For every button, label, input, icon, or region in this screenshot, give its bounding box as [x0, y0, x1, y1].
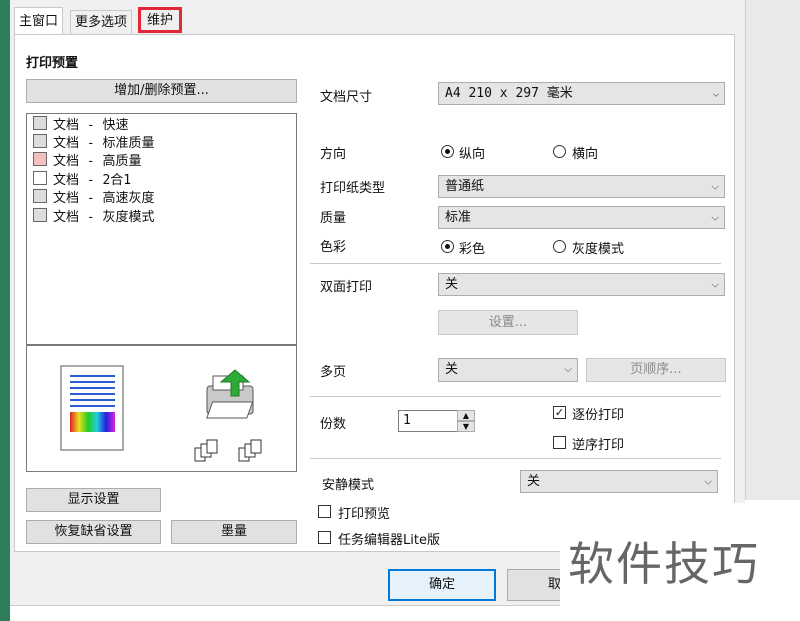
document-grayscale-icon: [33, 208, 47, 222]
list-item[interactable]: 文档 - 高速灰度: [33, 189, 154, 207]
tab-more-options[interactable]: 更多选项: [70, 10, 133, 34]
copies-input[interactable]: 1: [398, 410, 458, 432]
show-settings-button[interactable]: 显示设置: [26, 488, 161, 512]
copies-label: 份数: [320, 417, 347, 432]
chevron-down-icon: ⌵: [712, 88, 719, 99]
list-item[interactable]: 文档 - 快速: [33, 116, 128, 134]
tab-maintenance[interactable]: 维护: [138, 7, 183, 33]
background-window-bottom: [10, 605, 570, 621]
page-preview-icon: [60, 365, 262, 462]
restore-defaults-button[interactable]: 恢复缺省设置: [26, 520, 161, 544]
quality-label: 质量: [320, 211, 347, 226]
ink-levels-button[interactable]: 墨量: [171, 520, 297, 544]
multi-page-select[interactable]: 关 ⌵: [438, 358, 578, 382]
quiet-mode-label: 安静模式: [322, 478, 375, 493]
list-item[interactable]: 文档 - 2合1: [33, 171, 131, 189]
page-order-button[interactable]: 页顺序...: [586, 358, 726, 382]
color-grayscale-radio[interactable]: [553, 240, 566, 253]
quiet-mode-select[interactable]: 关 ⌵: [520, 470, 718, 493]
two-up-icon: [33, 171, 47, 185]
job-arranger-checkbox[interactable]: [318, 531, 331, 544]
orientation-label: 方向: [320, 147, 347, 162]
copies-decrement-button[interactable]: ▼: [457, 421, 475, 432]
doc-size-label: 文档尺寸: [320, 90, 373, 105]
print-preview-checkbox[interactable]: [318, 505, 331, 518]
document-fast-icon: [33, 116, 47, 130]
color-grayscale-label: 灰度模式: [572, 242, 625, 257]
add-remove-presets-button[interactable]: 增加/删除预置...: [26, 79, 297, 103]
chevron-down-icon: ⌵: [564, 364, 572, 375]
document-standard-icon: [33, 134, 47, 148]
doc-size-select[interactable]: A4 210 x 297 毫米 ⌵: [438, 82, 725, 105]
chevron-down-icon: ⌵: [711, 181, 719, 192]
reverse-order-label: 逆序打印: [572, 438, 625, 453]
divider: [310, 263, 721, 264]
orientation-portrait-label: 纵向: [459, 147, 486, 162]
print-preview-panel: [26, 345, 297, 472]
tab-main-window[interactable]: 主窗口: [14, 7, 64, 35]
list-item[interactable]: 文档 - 灰度模式: [33, 208, 154, 226]
collate-label: 逐份打印: [572, 408, 625, 423]
chevron-down-icon: ⌵: [711, 279, 719, 290]
collate-checkbox[interactable]: ✓: [553, 406, 566, 419]
orientation-landscape-radio[interactable]: [553, 145, 566, 158]
background-window: [745, 0, 800, 500]
orientation-landscape-label: 横向: [572, 147, 599, 162]
background-window-edge: [0, 0, 10, 621]
job-arranger-label: 任务编辑器Lite版: [338, 533, 440, 548]
duplex-label: 双面打印: [320, 280, 373, 295]
divider: [310, 396, 721, 397]
ok-button[interactable]: 确定: [388, 569, 496, 601]
watermark-text: 软件技巧: [568, 537, 760, 591]
presets-title: 打印预置: [26, 56, 79, 71]
color-label: 色彩: [320, 240, 347, 255]
chevron-down-icon: ⌵: [711, 212, 719, 223]
paper-type-select[interactable]: 普通纸 ⌵: [438, 175, 725, 198]
quality-select[interactable]: 标准 ⌵: [438, 206, 725, 229]
print-preview-label: 打印预览: [338, 507, 391, 522]
duplex-select[interactable]: 关 ⌵: [438, 273, 725, 296]
printer-icon: [206, 369, 254, 419]
color-color-label: 彩色: [459, 242, 486, 257]
duplex-settings-button[interactable]: 设置...: [438, 310, 578, 335]
presets-list[interactable]: 文档 - 快速 文档 - 标准质量 文档 - 高质量 文档 - 2合1 文档 -…: [26, 113, 297, 345]
paper-type-label: 打印纸类型: [320, 181, 386, 196]
collate-order-icons: [194, 439, 262, 462]
chevron-down-icon: ⌵: [704, 476, 712, 487]
divider: [310, 458, 721, 459]
document-high-quality-icon: [33, 152, 47, 166]
document-gray-fast-icon: [33, 189, 47, 203]
list-item[interactable]: 文档 - 高质量: [33, 152, 141, 170]
copies-increment-button[interactable]: ▲: [457, 410, 475, 421]
list-item[interactable]: 文档 - 标准质量: [33, 134, 154, 152]
orientation-portrait-radio[interactable]: [441, 145, 454, 158]
color-color-radio[interactable]: [441, 240, 454, 253]
cancel-button[interactable]: 取: [507, 569, 567, 601]
multi-page-label: 多页: [320, 365, 347, 380]
reverse-order-checkbox[interactable]: [553, 436, 566, 449]
